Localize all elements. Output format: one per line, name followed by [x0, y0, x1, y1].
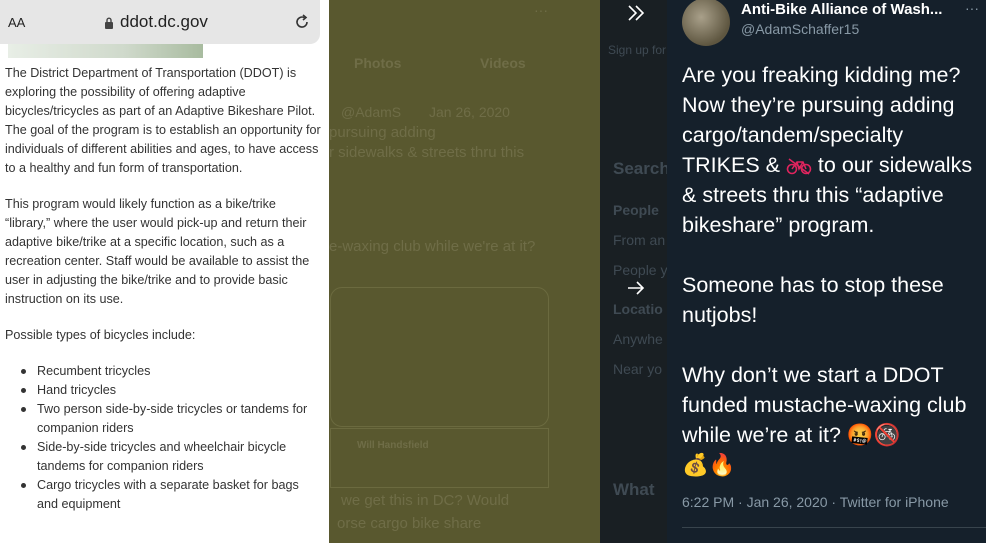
address-bar[interactable]: AA ddot.dc.gov — [0, 0, 320, 44]
arrow-right-icon — [628, 281, 645, 295]
double-chevron-icon[interactable] — [626, 3, 646, 23]
text-size-button[interactable]: AA — [8, 15, 104, 30]
whats-happening-heading: What — [613, 480, 655, 499]
tweet-card: Anti-Bike Alliance of Wash... @AdamSchaf… — [667, 0, 986, 543]
ghost-quoted-card — [330, 287, 549, 427]
emoji-angry-no-bike: 🤬🚳 — [846, 423, 901, 447]
ghost-handle: @AdamS — [341, 104, 402, 120]
filter-option: People y — [613, 262, 668, 278]
location-label: Locatio — [613, 301, 663, 317]
search-heading: Search — [613, 159, 670, 178]
dimmed-sidebar: Sign up for Search People From an People… — [600, 0, 670, 543]
filter-option: Near yo — [613, 361, 663, 377]
filter-option: From an — [613, 232, 666, 248]
author-name[interactable]: Anti-Bike Alliance of Wash... — [741, 1, 942, 18]
list-item: Side-by-side tricycles and wheelchair bi… — [21, 438, 321, 476]
tweet-timestamp[interactable]: 6:22 PM · Jan 26, 2020 · Twitter for iPh… — [682, 494, 949, 510]
ghost-date: Jan 26, 2020 — [429, 104, 510, 120]
avatar[interactable] — [682, 0, 730, 46]
ghost-text: we get this in DC? Would — [341, 492, 510, 509]
ghost-text: r sidewalks & streets thru this — [329, 144, 525, 161]
ghost-text: e-waxing club while we're at it? — [329, 238, 536, 255]
article-body: The District Department of Transportatio… — [5, 64, 321, 514]
ghost-text: pursuing adding — [329, 124, 436, 141]
author-handle[interactable]: @AdamSchaffer15 — [741, 21, 859, 37]
more-icon: ··· — [534, 2, 548, 18]
tab-videos: Videos — [480, 55, 526, 71]
people-label: People — [613, 202, 659, 218]
url-domain: ddot.dc.gov — [120, 12, 208, 31]
text-size-label: AA — [8, 14, 26, 30]
list-item: Hand tricycles — [21, 381, 321, 400]
divider — [682, 527, 986, 528]
browser-page: AA ddot.dc.gov The District Department o… — [0, 0, 329, 543]
list-item: Two person side-by-side tricycles or tan… — [21, 400, 321, 438]
filter-option: Anywhe — [613, 331, 663, 347]
bicycle-types-list: Recumbent tricycles Hand tricycles Two p… — [5, 362, 321, 514]
list-item: Cargo tricycles with a separate basket f… — [21, 476, 321, 514]
article-paragraph: This program would likely function as a … — [5, 197, 310, 306]
lock-icon — [105, 17, 113, 29]
tweet-text: Are you freaking kidding me? Now they’re… — [682, 60, 986, 480]
no-bicycle-icon — [786, 158, 812, 175]
sign-up-text: Sign up for — [608, 43, 667, 57]
article-image — [8, 44, 203, 58]
more-options-icon[interactable]: ··· — [965, 0, 979, 16]
list-heading: Possible types of bicycles include: — [5, 328, 196, 342]
tweet-text-segment: Why don’t we start a DDOT funded mustach… — [682, 363, 973, 447]
emoji-money-fire: 💰🔥 — [682, 453, 736, 477]
ghost-text: orse cargo bike share — [337, 515, 482, 532]
tweet-text-segment: Someone has to stop these nutjobs! — [682, 273, 950, 327]
tab-photos: Photos — [354, 55, 402, 71]
ghost-quoted-card — [330, 428, 549, 488]
reload-icon[interactable] — [292, 12, 312, 32]
article-paragraph: The District Department of Transportatio… — [5, 66, 321, 175]
list-item: Recumbent tricycles — [21, 362, 321, 381]
